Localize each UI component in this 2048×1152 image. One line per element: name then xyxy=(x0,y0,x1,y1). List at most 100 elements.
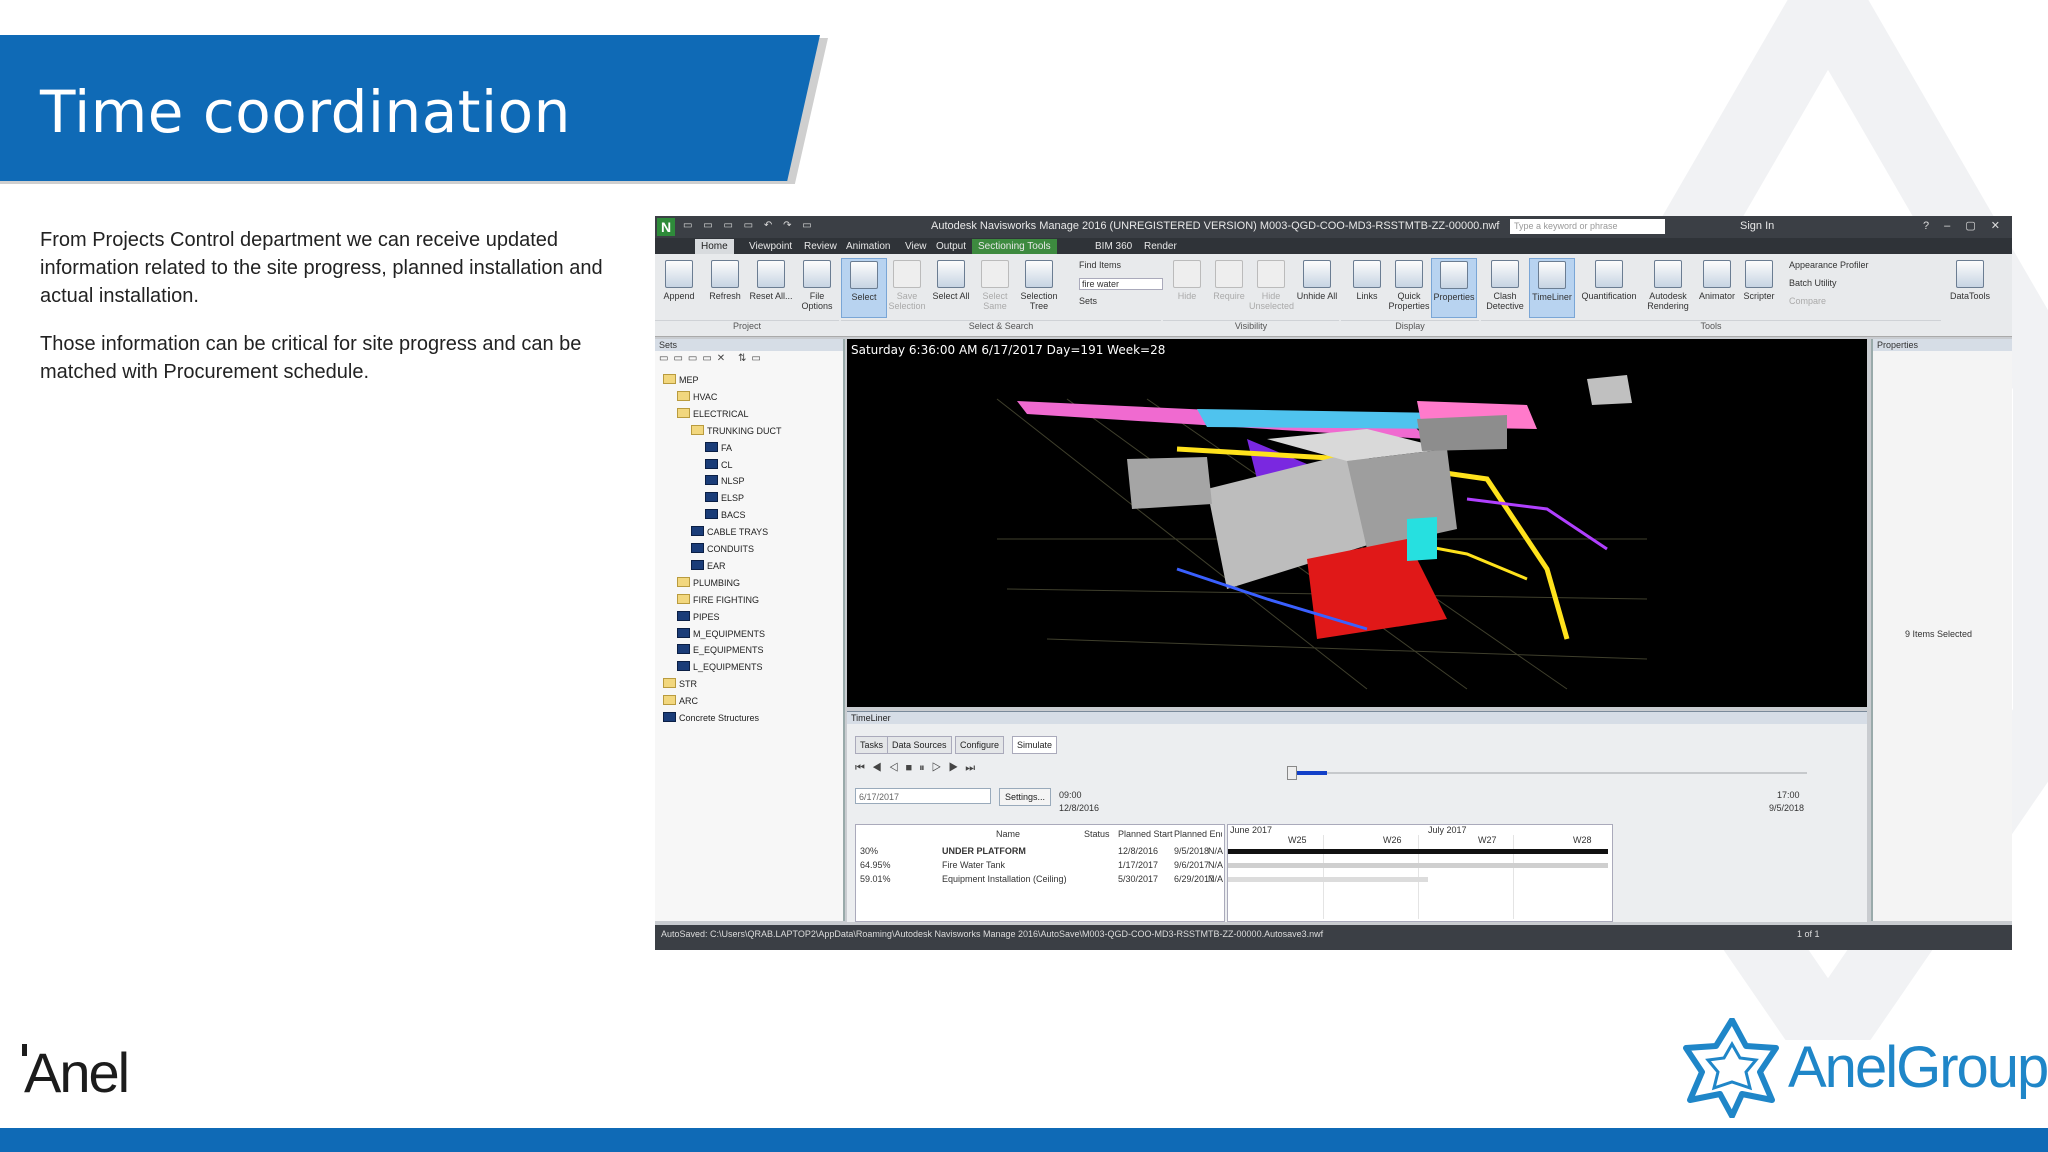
clash-detective-button[interactable]: Clash Detective xyxy=(1483,258,1527,316)
tree-item[interactable]: NLSP xyxy=(705,474,745,488)
tree-item[interactable]: MEP xyxy=(663,373,699,387)
tree-item[interactable]: PIPES xyxy=(677,610,720,624)
require-button[interactable]: Require xyxy=(1207,258,1251,316)
col-name[interactable]: Name xyxy=(996,829,1020,839)
tab-data-sources[interactable]: Data Sources xyxy=(887,736,952,754)
sets-toolbar[interactable]: ▭▭▭▭✕ ⇅▭ xyxy=(659,353,766,367)
timeliner-button[interactable]: TimeLiner xyxy=(1529,258,1575,318)
find-items-button[interactable]: Find Items xyxy=(1079,260,1121,270)
tab-tasks[interactable]: Tasks xyxy=(855,736,889,754)
tree-item[interactable]: TRUNKING DUCT xyxy=(691,424,782,438)
gantt-bar-fire-water-tank[interactable] xyxy=(1228,863,1608,868)
tree-item[interactable]: STR xyxy=(663,677,697,691)
help-search-input[interactable]: Type a keyword or phrase xyxy=(1510,219,1665,234)
tree-item[interactable]: E_EQUIPMENTS xyxy=(677,643,764,657)
tab-animation[interactable]: Animation xyxy=(840,239,896,254)
links-button[interactable]: Links xyxy=(1345,258,1389,316)
file-options-button[interactable]: File Options xyxy=(795,258,839,316)
quantification-button[interactable]: Quantification xyxy=(1579,258,1639,316)
playback-controls[interactable]: ⏮◀◁■⏸▷▶⏭ xyxy=(855,762,982,778)
simulation-date-input[interactable]: 6/17/2017 xyxy=(855,788,991,804)
tab-home[interactable]: Home xyxy=(695,239,734,254)
save-selection-button[interactable]: Save Selection xyxy=(885,258,929,316)
col-planned-end[interactable]: Planned End xyxy=(1174,829,1222,839)
tab-view[interactable]: View xyxy=(899,239,933,254)
simulation-slider-thumb[interactable] xyxy=(1287,766,1297,780)
scripter-button[interactable]: Scripter xyxy=(1737,258,1781,316)
reset-all-button[interactable]: Reset All... xyxy=(749,258,793,316)
end-time: 17:00 xyxy=(1777,790,1800,800)
gantt-bar-equipment-installation[interactable] xyxy=(1228,877,1428,882)
quick-properties-button[interactable]: Quick Properties xyxy=(1387,258,1431,316)
select-same-button[interactable]: Select Same xyxy=(973,258,1017,316)
select-button[interactable]: Select xyxy=(841,258,887,318)
tab-sectioning-tools[interactable]: Sectioning Tools xyxy=(972,239,1057,254)
select-all-button[interactable]: Select All xyxy=(929,258,973,316)
hide-unselected-button[interactable]: Hide Unselected xyxy=(1249,258,1294,316)
group-visibility: Visibility xyxy=(1163,320,1339,335)
tree-item-label: BACS xyxy=(721,510,746,521)
slide-title: Time coordination xyxy=(40,78,571,146)
settings-button[interactable]: Settings... xyxy=(999,788,1051,806)
ribbon: Append Refresh Reset All... File Options… xyxy=(655,254,2012,337)
tree-item[interactable]: L_EQUIPMENTS xyxy=(677,660,763,674)
group-select-search[interactable]: Select & Search xyxy=(841,320,1161,335)
selection-tree-button[interactable]: Selection Tree xyxy=(1017,258,1061,316)
sets-dropdown[interactable]: Sets xyxy=(1079,296,1097,306)
col-planned-start[interactable]: Planned Start xyxy=(1118,829,1173,839)
tab-configure[interactable]: Configure xyxy=(955,736,1005,754)
task-grid[interactable]: Name Status Planned Start Planned End 30… xyxy=(855,824,1225,922)
clash-detective-icon xyxy=(1491,260,1519,288)
week-w26: W26 xyxy=(1383,835,1402,845)
autodesk-rendering-button[interactable]: Autodesk Rendering xyxy=(1643,258,1693,316)
tab-output[interactable]: Output xyxy=(930,239,972,254)
tree-item[interactable]: EAR xyxy=(691,559,726,573)
quick-access-toolbar[interactable]: ▭ ▭ ▭ ▭ ↶ ↷ ▭ xyxy=(683,220,816,231)
batch-utility-button[interactable]: Batch Utility xyxy=(1789,278,1837,288)
tree-item[interactable]: CL xyxy=(705,458,733,472)
append-button[interactable]: Append xyxy=(657,258,701,316)
tree-item[interactable]: CABLE TRAYS xyxy=(691,525,768,539)
tab-viewpoint[interactable]: Viewpoint xyxy=(743,239,798,254)
properties-button[interactable]: Properties xyxy=(1431,258,1477,318)
tree-item[interactable]: M_EQUIPMENTS xyxy=(677,627,765,641)
gantt-chart[interactable]: June 2017 July 2017 W25 W26 W27 W28 xyxy=(1227,824,1613,922)
appearance-profiler-button[interactable]: Appearance Profiler xyxy=(1789,260,1869,270)
simulation-slider-track[interactable] xyxy=(1287,772,1807,774)
tree-item[interactable]: BACS xyxy=(705,508,746,522)
window-controls[interactable]: ? – ▢ ✕ xyxy=(1923,219,2006,232)
tree-item[interactable]: ARC xyxy=(663,694,698,708)
tree-item[interactable]: FA xyxy=(705,441,732,455)
tree-item[interactable]: CONDUITS xyxy=(691,542,754,556)
tab-bim360[interactable]: BIM 360 xyxy=(1089,239,1138,254)
simulation-slider-fill xyxy=(1295,771,1327,775)
datatools-button[interactable]: DataTools xyxy=(1945,258,1995,316)
tree-item[interactable]: ELSP xyxy=(705,491,744,505)
tab-review[interactable]: Review xyxy=(798,239,843,254)
folder-icon xyxy=(677,576,690,587)
hide-button[interactable]: Hide xyxy=(1165,258,1209,316)
tab-render[interactable]: Render xyxy=(1138,239,1183,254)
refresh-button[interactable]: Refresh xyxy=(703,258,747,316)
task-row[interactable]: 59.01% Equipment Installation (Ceiling) 5/… xyxy=(856,873,1223,887)
group-project[interactable]: Project xyxy=(655,320,839,335)
compare-button[interactable]: Compare xyxy=(1789,296,1826,306)
tree-item[interactable]: PLUMBING xyxy=(677,576,740,590)
animator-button[interactable]: Animator xyxy=(1695,258,1739,316)
gantt-bar-under-platform[interactable] xyxy=(1228,849,1608,854)
tree-item[interactable]: FIRE FIGHTING xyxy=(677,593,759,607)
task-row[interactable]: 64.95% Fire Water Tank 1/17/2017 9/6/2017 N/… xyxy=(856,859,1223,873)
sign-in-link[interactable]: Sign In xyxy=(1740,220,1774,232)
col-status[interactable]: Status xyxy=(1084,829,1110,839)
find-value-input[interactable]: fire water xyxy=(1079,278,1163,290)
tab-simulate[interactable]: Simulate xyxy=(1012,736,1058,754)
unhide-all-button[interactable]: Unhide All xyxy=(1295,258,1339,316)
task-row[interactable]: 30% UNDER PLATFORM 12/8/2016 9/5/2018 N/A xyxy=(856,845,1223,859)
tree-item[interactable]: ELECTRICAL xyxy=(677,407,749,421)
navisworks-app-icon[interactable]: N xyxy=(657,218,675,236)
3d-viewport[interactable]: Saturday 6:36:00 AM 6/17/2017 Day=191 We… xyxy=(847,339,1867,707)
tree-item[interactable]: HVAC xyxy=(677,390,717,404)
tree-item-label: FA xyxy=(721,442,733,453)
tree-item[interactable]: Concrete Structures xyxy=(663,711,759,725)
task-pct: 30% xyxy=(860,846,879,856)
